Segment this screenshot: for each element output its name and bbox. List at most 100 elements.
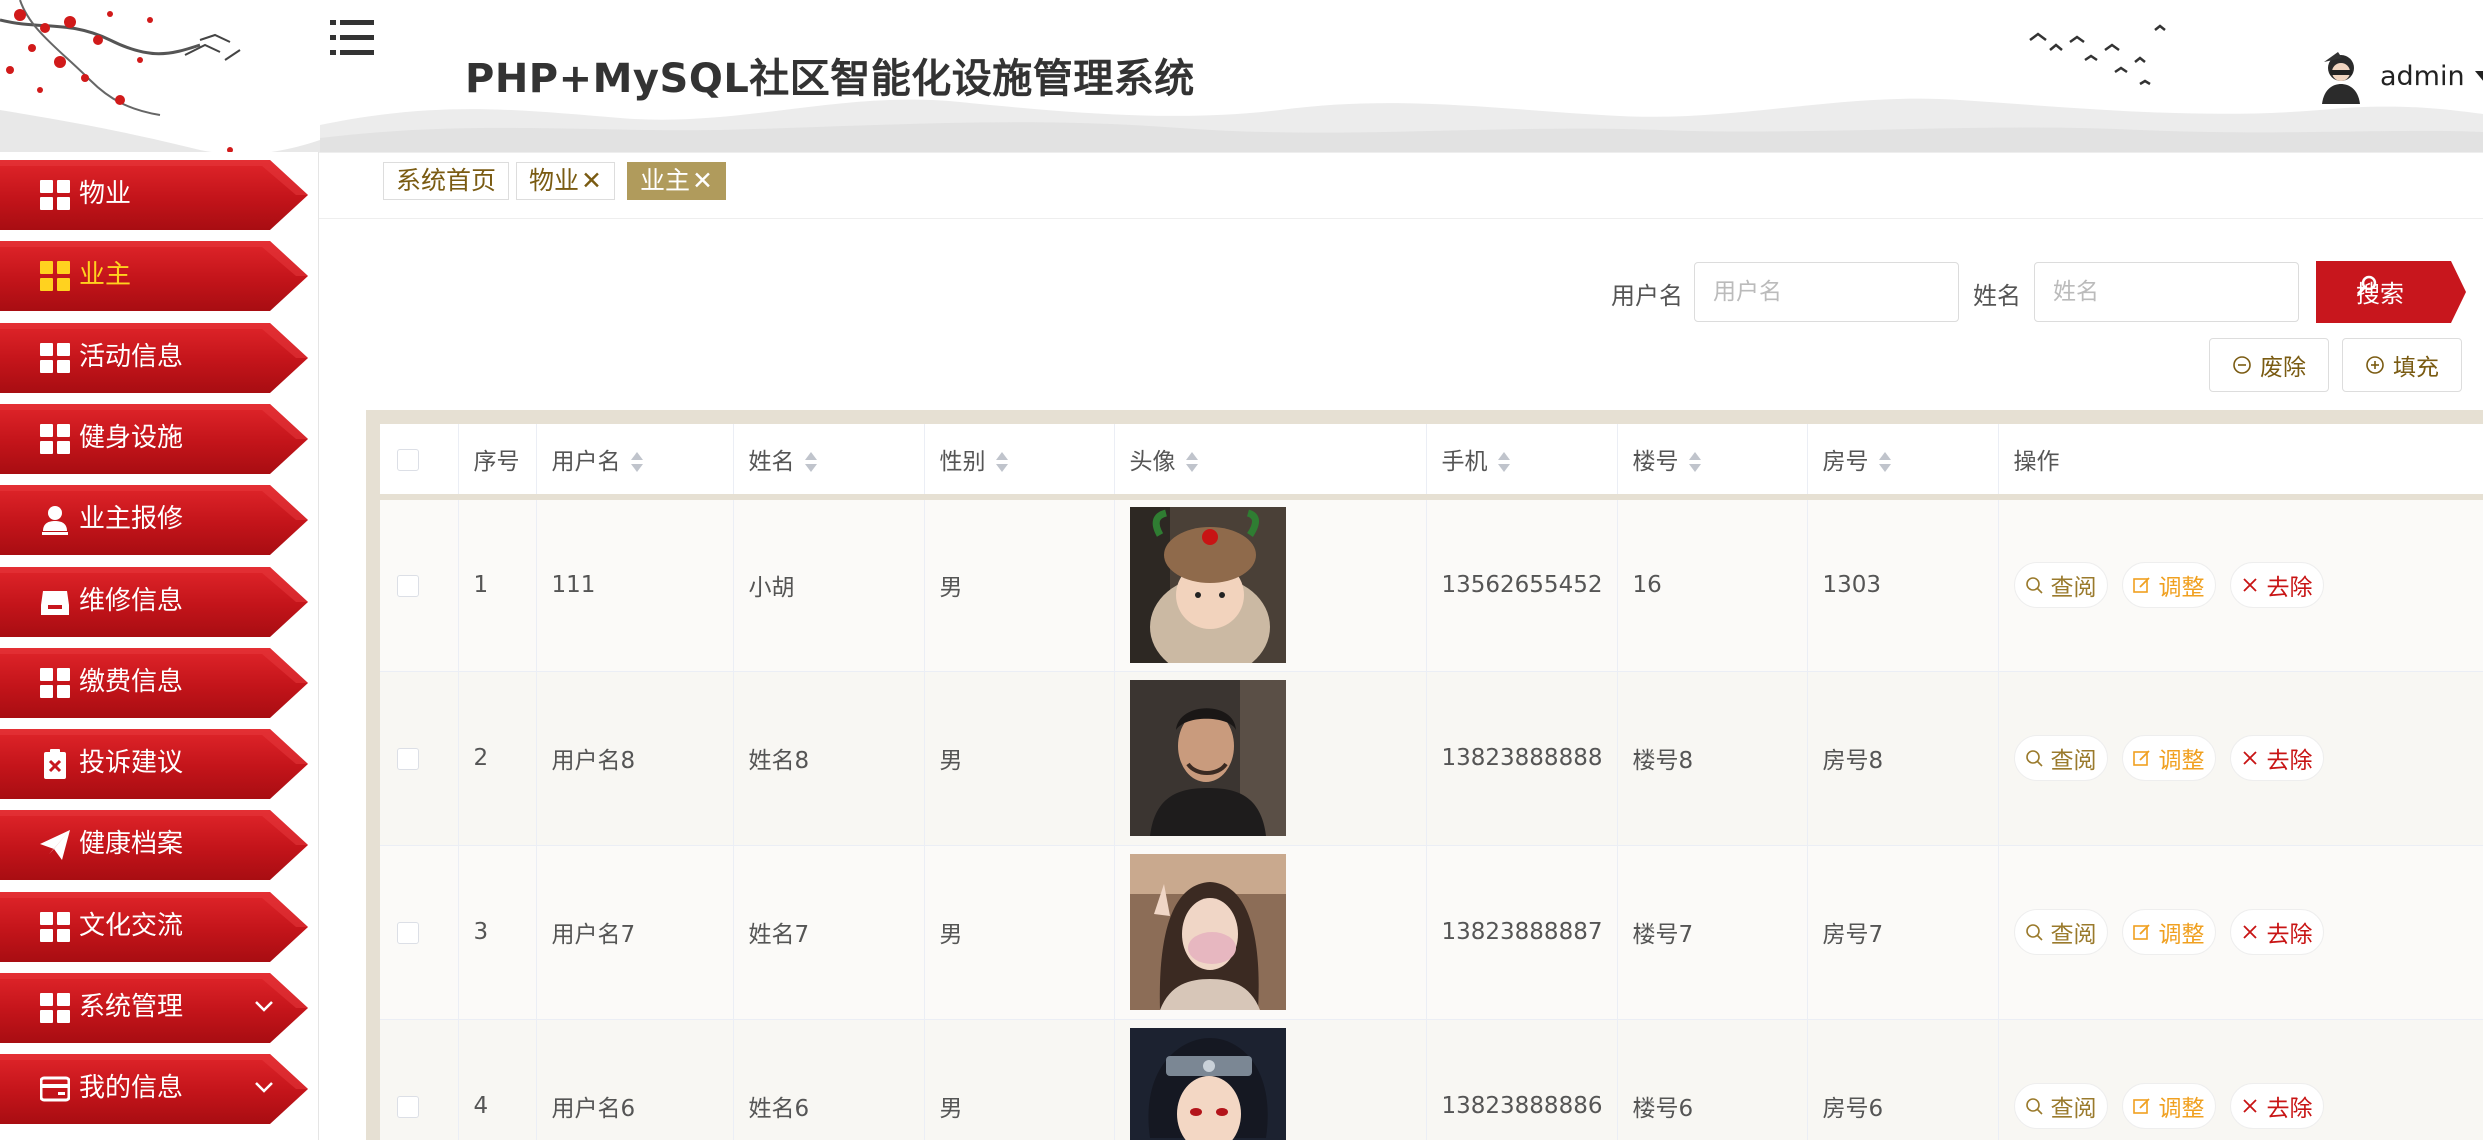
header-phone[interactable]: 手机 bbox=[1426, 424, 1618, 500]
view-button[interactable]: 查阅 bbox=[2013, 1083, 2108, 1129]
menu-toggle-icon[interactable] bbox=[330, 18, 374, 58]
add-button[interactable]: 填充 bbox=[2342, 338, 2462, 392]
header-room-label: 房号 bbox=[1822, 449, 1869, 475]
batch-delete-button[interactable]: 废除 bbox=[2209, 338, 2329, 392]
row-checkbox[interactable] bbox=[397, 921, 419, 944]
header-select-all bbox=[380, 424, 459, 500]
table-row[interactable]: 4 用户名6 姓名6 男 13823888886 楼号6 房号6 查阅 调整 去除 bbox=[380, 1019, 2483, 1140]
search-button[interactable]: 搜索 bbox=[2316, 261, 2466, 323]
username-search-label: 用户名 bbox=[1611, 282, 1683, 310]
sort-icon[interactable] bbox=[804, 451, 817, 474]
cell-room: 房号8 bbox=[1807, 671, 1999, 846]
sort-icon[interactable] bbox=[1185, 451, 1198, 474]
sort-icon[interactable] bbox=[630, 451, 643, 474]
header-gender[interactable]: 性别 bbox=[924, 424, 1115, 500]
name-search-input[interactable] bbox=[2034, 262, 2299, 322]
cell-name: 姓名8 bbox=[733, 671, 925, 846]
tab-property[interactable]: 物业✕ bbox=[516, 162, 615, 200]
avatar-photo[interactable] bbox=[1129, 680, 1286, 836]
tab-owner-label: 业主 bbox=[640, 166, 691, 195]
sidebar-item-label: 投诉建议 bbox=[79, 748, 184, 779]
row-checkbox[interactable] bbox=[397, 747, 419, 770]
edit-button[interactable]: 调整 bbox=[2121, 1083, 2216, 1129]
clipboard-x-icon bbox=[44, 749, 66, 780]
cell-username: 111 bbox=[536, 497, 734, 672]
sort-icon[interactable] bbox=[995, 451, 1008, 474]
close-icon bbox=[2242, 751, 2257, 765]
close-icon[interactable]: ✕ bbox=[692, 166, 713, 195]
plus-circle-icon bbox=[2366, 356, 2384, 374]
header-room[interactable]: 房号 bbox=[1807, 424, 1999, 500]
header-name[interactable]: 姓名 bbox=[733, 424, 925, 500]
sidebar-item-label: 健身设施 bbox=[79, 422, 184, 453]
sidebar-item-9[interactable]: 文化交流 bbox=[0, 891, 308, 962]
search-icon bbox=[2025, 750, 2043, 767]
cell-no: 1 bbox=[458, 497, 537, 672]
tab-property-label: 物业 bbox=[529, 166, 580, 195]
search-icon bbox=[2025, 1098, 2043, 1115]
person-icon bbox=[42, 506, 68, 536]
owner-table-frame: 序号 用户名 姓名 性别 头像 手机 楼号 房号 操作 1 111 小胡男 13562… bbox=[366, 410, 2483, 1140]
user-avatar bbox=[2322, 52, 2360, 104]
cell-building: 楼号7 bbox=[1617, 845, 1808, 1020]
select-all-checkbox[interactable] bbox=[397, 448, 419, 471]
edit-label: 调整 bbox=[2158, 575, 2205, 602]
view-button[interactable]: 查阅 bbox=[2013, 735, 2108, 781]
header-username[interactable]: 用户名 bbox=[536, 424, 734, 500]
avatar-photo[interactable] bbox=[1129, 1028, 1286, 1140]
header-name-label: 姓名 bbox=[748, 449, 795, 475]
table-row[interactable]: 3 用户名7 姓名7 男 13823888887 楼号7 房号7 查阅 调整 去除 bbox=[380, 845, 2483, 1020]
sidebar-item-0[interactable]: 物业 bbox=[0, 160, 308, 230]
sidebar-item-11[interactable]: 我的信息 bbox=[0, 1054, 308, 1125]
sidebar-item-6[interactable]: 缴费信息 bbox=[0, 647, 308, 718]
delete-button[interactable]: 去除 bbox=[2229, 1083, 2324, 1129]
delete-label: 去除 bbox=[2266, 575, 2313, 602]
table-row[interactable]: 2 用户名8 姓名8 男 13823888888 楼号8 房号8 查阅 调整 去除 bbox=[380, 671, 2483, 846]
avatar-photo[interactable] bbox=[1129, 507, 1286, 664]
name-search-label: 姓名 bbox=[1973, 282, 2021, 310]
delete-button[interactable]: 去除 bbox=[2229, 562, 2324, 609]
edit-button[interactable]: 调整 bbox=[2121, 909, 2216, 955]
delete-button[interactable]: 去除 bbox=[2229, 735, 2324, 781]
cell-building: 楼号8 bbox=[1617, 671, 1808, 846]
edit-button[interactable]: 调整 bbox=[2121, 735, 2216, 781]
cell-building: 楼号6 bbox=[1617, 1019, 1808, 1140]
edit-icon bbox=[2132, 750, 2150, 766]
sidebar-item-8[interactable]: 健康档案 bbox=[0, 810, 308, 881]
sidebar-item-7[interactable]: 投诉建议 bbox=[0, 729, 308, 800]
row-checkbox[interactable] bbox=[397, 1095, 419, 1118]
edit-icon bbox=[2132, 1098, 2150, 1114]
delete-button[interactable]: 去除 bbox=[2229, 909, 2324, 955]
close-icon[interactable]: ✕ bbox=[581, 166, 602, 195]
sort-icon[interactable] bbox=[1688, 451, 1701, 474]
row-checkbox[interactable] bbox=[397, 574, 419, 597]
cell-avatar bbox=[1114, 497, 1427, 672]
sidebar-item-label: 物业 bbox=[79, 179, 132, 209]
sort-icon[interactable] bbox=[1878, 451, 1891, 474]
sidebar-item-2[interactable]: 活动信息 bbox=[0, 322, 308, 393]
owner-table: 序号 用户名 姓名 性别 头像 手机 楼号 房号 操作 1 111 小胡男 13562… bbox=[380, 424, 2483, 1140]
view-button[interactable]: 查阅 bbox=[2013, 909, 2108, 955]
sort-icon[interactable] bbox=[1497, 451, 1510, 474]
view-button[interactable]: 查阅 bbox=[2013, 562, 2108, 609]
plum-blossom-decoration bbox=[0, 0, 320, 152]
sidebar-item-10[interactable]: 系统管理 bbox=[0, 973, 308, 1043]
sidebar-item-5[interactable]: 维修信息 bbox=[0, 566, 308, 637]
tab-home[interactable]: 系统首页 bbox=[383, 162, 510, 200]
sidebar-item-1[interactable]: 业主 bbox=[0, 241, 308, 312]
header-building[interactable]: 楼号 bbox=[1617, 424, 1808, 500]
header-avatar[interactable]: 头像 bbox=[1114, 424, 1427, 500]
edit-button[interactable]: 调整 bbox=[2121, 562, 2216, 609]
user-menu[interactable]: admin bbox=[2316, 46, 2483, 106]
card-icon bbox=[40, 1076, 70, 1102]
tab-owner[interactable]: 业主✕ bbox=[627, 162, 726, 200]
header-no: 序号 bbox=[458, 424, 537, 500]
username-search-input[interactable] bbox=[1694, 262, 1959, 322]
edit-label: 调整 bbox=[2158, 1096, 2205, 1122]
app-title: PHP+MySQL社区智能化设施管理系统 bbox=[465, 56, 1195, 102]
sidebar-item-3[interactable]: 健身设施 bbox=[0, 403, 308, 474]
table-row[interactable]: 1 111 小胡男 13562655452 16 1303 查阅 调整 去除 bbox=[380, 497, 2483, 672]
sidebar-item-4[interactable]: 业主报修 bbox=[0, 485, 308, 556]
cell-username: 用户名8 bbox=[536, 671, 734, 846]
avatar-photo[interactable] bbox=[1129, 854, 1286, 1010]
